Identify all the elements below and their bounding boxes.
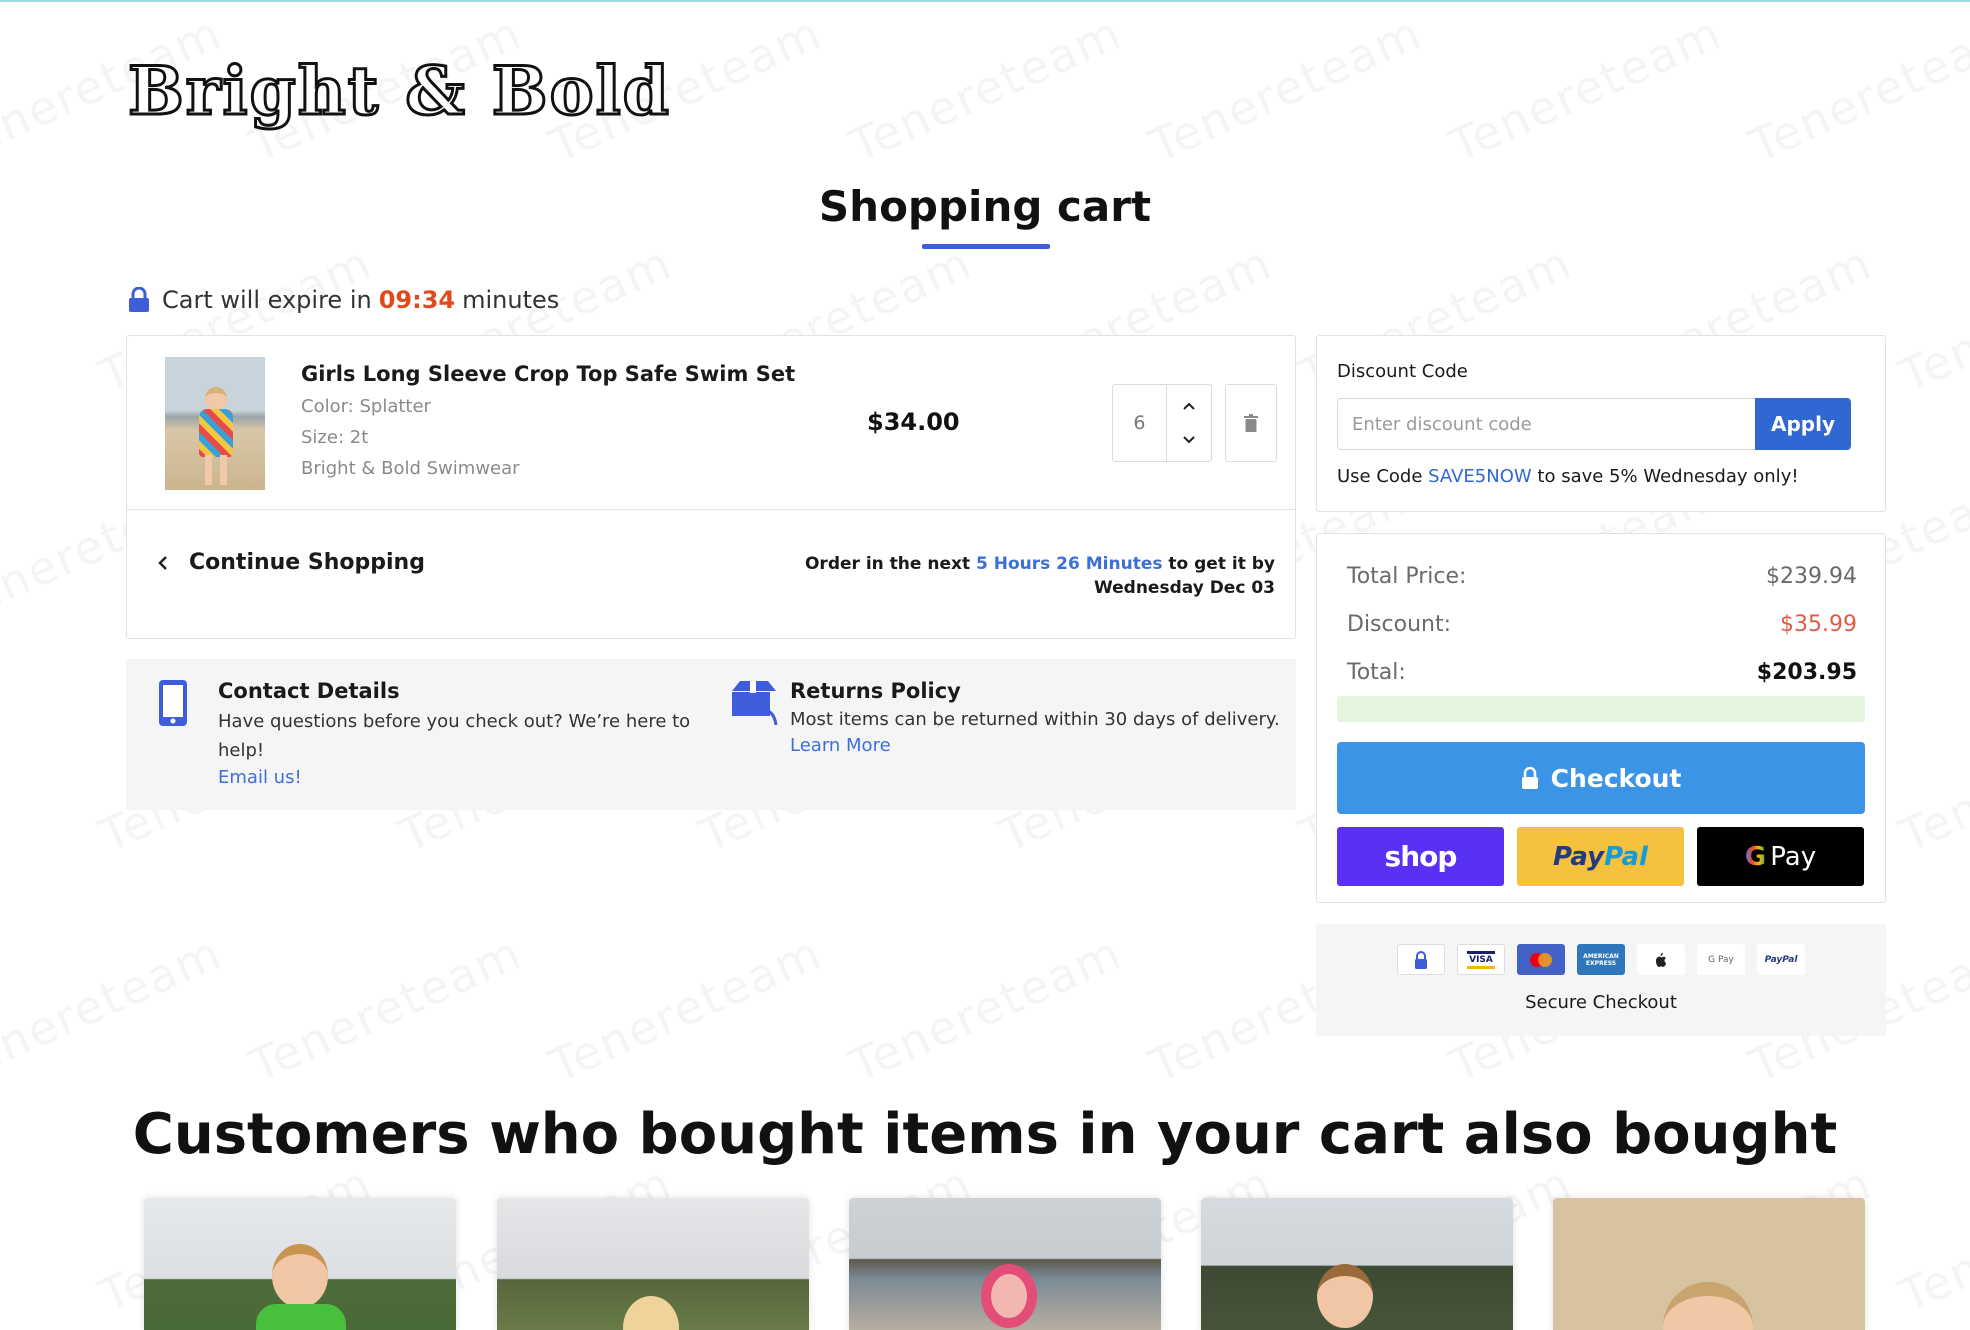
paypal-label-pay: Pay	[1553, 841, 1605, 872]
google-pay-label: Pay	[1770, 841, 1817, 872]
discount-row: Discount: $35.99	[1347, 612, 1857, 637]
paypal-button[interactable]: Pay Pal	[1517, 827, 1684, 886]
discount-row-value: $35.99	[1780, 612, 1857, 637]
grand-total-label: Total:	[1347, 660, 1406, 685]
product-image	[497, 1198, 809, 1330]
order-in-prefix: Order in the next	[804, 554, 971, 574]
title-underline	[922, 244, 1050, 249]
returns-text: Most items can be returned within 30 day…	[790, 709, 1280, 730]
continue-row: Continue Shopping Order in the next 5 Ho…	[127, 510, 1295, 640]
recommended-product-card[interactable]	[1201, 1198, 1513, 1330]
total-price-row: Total Price: $239.94	[1347, 564, 1857, 589]
grand-total-value: $203.95	[1756, 660, 1857, 685]
expire-prefix: Cart will expire in	[162, 286, 372, 314]
checkout-button[interactable]: Checkout	[1337, 742, 1865, 814]
discount-row-label: Discount:	[1347, 612, 1451, 637]
paypal-label-pal: Pal	[1604, 841, 1648, 872]
total-price-label: Total Price:	[1347, 564, 1467, 589]
brand-logo[interactable]: Bright & Bold	[127, 51, 671, 132]
delivery-estimate: Order in the next 5 Hours 26 Minutes to …	[715, 552, 1275, 600]
product-size: Size: 2t	[301, 427, 369, 448]
cart-expire-notice: Cart will expire in 09:34 minutes	[128, 286, 559, 314]
order-summary-panel: Total Price: $239.94 Discount: $35.99 To…	[1316, 533, 1886, 903]
discount-label: Discount Code	[1337, 361, 1468, 382]
shop-pay-label: shop	[1384, 840, 1458, 873]
recommended-product-card[interactable]	[144, 1198, 456, 1330]
recommended-product-card[interactable]	[849, 1198, 1161, 1330]
expire-suffix: minutes	[462, 286, 560, 314]
lock-icon	[1521, 767, 1538, 789]
quantity-arrows	[1167, 385, 1211, 461]
product-color: Color: Splatter	[301, 396, 431, 417]
promo-suffix: to save 5% Wednesday only!	[1537, 466, 1799, 487]
info-panel: Contact Details Have questions before yo…	[126, 659, 1296, 810]
mobile-phone-icon	[159, 680, 187, 726]
product-image	[1553, 1198, 1865, 1330]
email-us-link[interactable]: Email us!	[218, 765, 698, 791]
logo-text: Bright & Bold	[127, 51, 671, 132]
promo-prefix: Use Code	[1337, 466, 1423, 487]
google-pay-button[interactable]: G Pay	[1697, 827, 1864, 886]
product-name[interactable]: Girls Long Sleeve Crop Top Safe Swim Set	[301, 362, 795, 386]
learn-more-link[interactable]: Learn More	[790, 733, 1280, 759]
quantity-stepper[interactable]: 6	[1112, 384, 1212, 462]
checkout-label: Checkout	[1550, 763, 1682, 793]
apply-discount-button[interactable]: Apply	[1755, 398, 1851, 450]
product-image	[1201, 1198, 1513, 1330]
product-thumbnail[interactable]	[165, 357, 265, 490]
free-shipping-progress-bar	[1337, 696, 1865, 722]
chevron-left-icon	[158, 555, 167, 570]
product-price: $34.00	[867, 408, 960, 436]
contact-text: Have questions before you check out? We’…	[218, 711, 691, 761]
visa-icon: VISA	[1457, 944, 1505, 975]
promo-code: SAVE5NOW	[1428, 466, 1532, 487]
box-return-icon	[732, 681, 778, 726]
chevron-down-icon[interactable]	[1181, 431, 1197, 447]
chevron-up-icon[interactable]	[1181, 399, 1197, 415]
mastercard-icon	[1517, 944, 1565, 975]
shop-pay-button[interactable]: shop	[1337, 827, 1504, 886]
discount-code-input[interactable]	[1337, 398, 1755, 450]
secure-checkout-panel: VISA AMERICAN EXPRESS G Pay PayPal Secur…	[1316, 924, 1886, 1036]
page-title: Shopping cart	[818, 182, 1152, 231]
continue-shopping-label: Continue Shopping	[189, 550, 425, 575]
amex-icon: AMERICAN EXPRESS	[1577, 944, 1625, 975]
product-image	[849, 1198, 1161, 1330]
payment-badges: VISA AMERICAN EXPRESS G Pay PayPal	[1316, 944, 1886, 975]
returns-policy: Returns Policy Most items can be returne…	[730, 679, 1290, 759]
lock-icon	[1397, 944, 1445, 975]
google-pay-icon: G Pay	[1697, 944, 1745, 975]
product-image	[144, 1198, 456, 1330]
google-g-icon: G	[1744, 841, 1767, 872]
total-price-value: $239.94	[1766, 564, 1857, 589]
lock-icon	[129, 287, 149, 312]
expire-time: 09:34	[378, 286, 456, 314]
product-vendor: Bright & Bold Swimwear	[301, 458, 520, 479]
contact-details: Contact Details Have questions before yo…	[158, 679, 698, 791]
trash-icon	[1244, 414, 1258, 432]
also-bought-title: Customers who bought items in your cart …	[132, 1102, 1838, 1167]
order-in-countdown: 5 Hours 26 Minutes	[976, 554, 1163, 574]
secure-checkout-label: Secure Checkout	[1525, 992, 1677, 1013]
grand-total-row: Total: $203.95	[1347, 660, 1857, 685]
returns-title: Returns Policy	[790, 679, 961, 703]
discount-promo-note: Use Code SAVE5NOW to save 5% Wednesday o…	[1337, 466, 1799, 487]
cart-panel: Girls Long Sleeve Crop Top Safe Swim Set…	[126, 335, 1296, 639]
contact-title: Contact Details	[218, 679, 400, 703]
paypal-icon: PayPal	[1757, 944, 1805, 975]
discount-panel: Discount Code Apply Use Code SAVE5NOW to…	[1316, 335, 1886, 512]
quantity-value[interactable]: 6	[1113, 385, 1167, 461]
apple-pay-icon	[1637, 944, 1685, 975]
remove-item-button[interactable]	[1225, 384, 1277, 462]
continue-shopping-link[interactable]: Continue Shopping	[155, 550, 425, 575]
cart-item-row: Girls Long Sleeve Crop Top Safe Swim Set…	[127, 336, 1295, 510]
recommended-product-card[interactable]	[497, 1198, 809, 1330]
recommended-product-card[interactable]	[1553, 1198, 1865, 1330]
